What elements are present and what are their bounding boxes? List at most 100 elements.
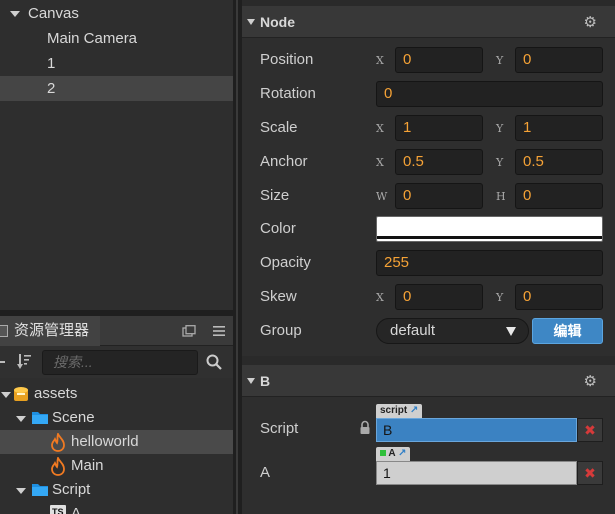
hierarchy-panel: Canvas Main Camera 1 2: [0, 0, 233, 310]
panel-splitter[interactable]: [233, 0, 242, 514]
size-w-input[interactable]: 0: [395, 183, 483, 209]
assets-toolbar: 搜索...: [0, 346, 233, 378]
node-section-header[interactable]: Node ⚙: [242, 6, 615, 38]
external-link-icon[interactable]: ↗: [398, 448, 406, 459]
asset-item-label: helloworld: [71, 433, 139, 450]
chevron-down-icon[interactable]: [247, 19, 255, 25]
node-section-title: Node: [260, 14, 295, 30]
asset-item-label: assets: [34, 385, 78, 402]
asset-item-label: Script: [52, 481, 91, 498]
anchor-y-input[interactable]: 0.5: [515, 149, 603, 175]
asset-item-script[interactable]: Script: [0, 478, 233, 502]
panel-icon: [0, 325, 8, 337]
color-label: Color: [260, 220, 296, 237]
chevron-down-icon[interactable]: [1, 392, 11, 398]
popout-icon[interactable]: [182, 325, 196, 337]
group-select[interactable]: default: [376, 318, 529, 344]
axis-x-label: X: [376, 54, 384, 67]
node-type-icon: [380, 450, 386, 457]
hierarchy-item-label: Main Camera: [47, 30, 138, 47]
opacity-input[interactable]: 255: [376, 250, 603, 276]
hierarchy-item-main-camera[interactable]: Main Camera: [0, 26, 233, 51]
axis-w-label: W: [376, 190, 388, 203]
remove-a-button[interactable]: ✖: [577, 461, 603, 485]
position-label: Position: [260, 51, 314, 68]
asset-item-label: Main: [71, 457, 104, 474]
axis-y-label: Y: [496, 54, 504, 67]
scale-x-input[interactable]: 1: [395, 115, 483, 141]
axis-x-label: X: [376, 291, 384, 304]
group-label: Group: [260, 322, 302, 339]
search-input[interactable]: 搜索...: [42, 350, 198, 375]
hierarchy-item-canvas[interactable]: Canvas: [0, 1, 233, 26]
color-picker[interactable]: [376, 216, 603, 242]
axis-y-label: Y: [496, 122, 504, 135]
hierarchy-item-label: 1: [47, 55, 56, 72]
assets-panel-title: 资源管理器: [14, 322, 90, 339]
assets-tab[interactable]: 资源管理器: [0, 316, 100, 346]
add-icon[interactable]: [0, 356, 7, 368]
asset-item-scene[interactable]: Scene: [0, 406, 233, 430]
sort-icon[interactable]: [17, 353, 33, 370]
group-select-value: default: [390, 322, 436, 339]
asset-item-label: Scene: [52, 409, 95, 426]
script-tag: script ↗: [376, 404, 423, 418]
axis-h-label: H: [496, 190, 506, 203]
hierarchy-item-label: 2: [47, 80, 56, 97]
asset-item-label: A: [71, 505, 82, 514]
scale-y-input[interactable]: 1: [515, 115, 603, 141]
edit-group-button[interactable]: 编辑: [532, 318, 603, 344]
asset-item-helloworld[interactable]: helloworld: [0, 430, 233, 454]
chevron-down-icon[interactable]: [247, 378, 255, 384]
inspector-panel: Node ⚙ Position X 0 Y 0 Rotation 0 Scale…: [242, 0, 615, 514]
gear-icon[interactable]: ⚙: [584, 372, 597, 390]
opacity-label: Opacity: [260, 254, 311, 271]
rotation-input[interactable]: 0: [376, 81, 603, 107]
hierarchy-item-label: Canvas: [28, 5, 79, 22]
rotation-label: Rotation: [260, 85, 316, 102]
caret-down-icon: [506, 327, 516, 336]
anchor-label: Anchor: [260, 153, 308, 170]
assets-panel-header: 资源管理器: [0, 316, 233, 346]
a-label: A: [260, 464, 271, 481]
hierarchy-item-2[interactable]: 2: [0, 76, 233, 101]
script-label: Script: [260, 420, 299, 437]
external-link-icon[interactable]: ↗: [410, 405, 418, 416]
hierarchy-item-1[interactable]: 1: [0, 51, 233, 76]
chevron-down-icon[interactable]: [16, 488, 26, 494]
axis-x-label: X: [376, 122, 384, 135]
lock-icon: [360, 420, 370, 434]
asset-item-a[interactable]: TS A: [0, 502, 233, 514]
a-tag: A ↗: [376, 447, 411, 461]
folder-icon: [32, 484, 48, 496]
menu-icon[interactable]: [212, 325, 226, 337]
typescript-icon: TS: [50, 505, 66, 514]
a-field[interactable]: 1: [376, 461, 577, 485]
axis-y-label: Y: [496, 291, 504, 304]
assets-panel: 资源管理器 搜索... assets Scene helloworld Main…: [0, 310, 233, 514]
fire-icon: [51, 433, 65, 452]
position-x-input[interactable]: 0: [395, 47, 483, 73]
remove-script-button[interactable]: ✖: [577, 418, 603, 442]
size-h-input[interactable]: 0: [515, 183, 603, 209]
folder-icon: [32, 412, 48, 424]
axis-x-label: X: [376, 156, 384, 169]
skew-x-input[interactable]: 0: [395, 284, 483, 310]
chevron-down-icon[interactable]: [16, 416, 26, 422]
search-icon[interactable]: [206, 354, 222, 370]
database-icon: [14, 387, 28, 401]
size-label: Size: [260, 187, 290, 204]
component-b-header[interactable]: B ⚙: [242, 365, 615, 397]
skew-y-input[interactable]: 0: [515, 284, 603, 310]
asset-item-assets[interactable]: assets: [0, 382, 233, 406]
chevron-down-icon[interactable]: [10, 11, 20, 17]
skew-label: Skew: [260, 288, 297, 305]
component-b-title: B: [260, 373, 271, 389]
script-field[interactable]: B: [376, 418, 577, 442]
anchor-x-input[interactable]: 0.5: [395, 149, 483, 175]
position-y-input[interactable]: 0: [515, 47, 603, 73]
fire-icon: [51, 457, 65, 476]
asset-item-main[interactable]: Main: [0, 454, 233, 478]
gear-icon[interactable]: ⚙: [584, 13, 597, 31]
axis-y-label: Y: [496, 156, 504, 169]
